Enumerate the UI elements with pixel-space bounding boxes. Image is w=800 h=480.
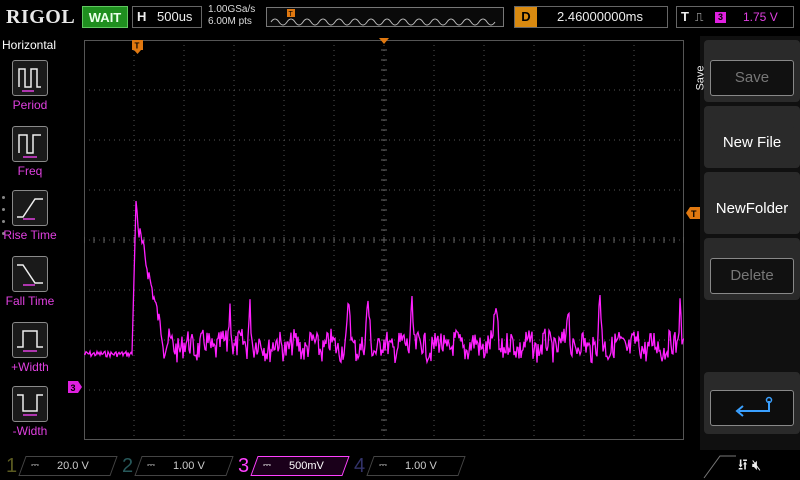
channel2-scale: 1.00 V [173,460,205,472]
new-file-button-label: New File [710,126,794,162]
brand-logo: RIGOL [6,6,76,28]
channel-bar: 1 ⎓ 20.0 V 2 ⎓ 1.00 V 3 ⎓ 500mV 4 ⎓ 1.00 V ⭿… [0,452,800,480]
positive-width-icon [12,322,48,358]
save-menu: Save Save New File NewFolder Delete [695,36,800,450]
measure-rise-time-item[interactable]: Rise Time [0,186,60,248]
trigger-label: T [681,9,689,24]
period-label: Period [12,98,48,112]
fall-time-icon [12,256,48,292]
corner-tab-icon [703,455,736,479]
measure-freq-item[interactable]: Freq [0,122,60,184]
channel4-number: 4 [354,455,366,477]
trigger-level-letter: T [691,209,697,219]
waveform-overview-bar[interactable]: T [266,7,504,27]
frequency-icon [12,126,48,162]
sample-info: 1.00GSa/s 6.00M pts [208,4,255,28]
dc-coupling-icon: ⎓ [147,460,155,471]
channel1-tab[interactable]: 1 ⎓ 20.0 V [2,454,118,478]
channel1-scale: 20.0 V [57,460,89,472]
graticule [84,40,684,440]
channel3-tab[interactable]: 3 ⎓ 500mV [234,454,350,478]
timebase-label: H [137,9,147,24]
dc-coupling-icon: ⎓ [263,460,271,471]
delay-label: D [515,7,537,27]
channel3-offset-marker-icon[interactable]: 3 [68,381,82,393]
top-status-bar: RIGOL WAIT H 500us 1.00GSa/s 6.00M pts T… [0,0,800,36]
delete-button-label: Delete [710,258,794,294]
rise-time-label: Rise Time [3,228,57,242]
return-arrow-icon [710,390,794,426]
waveform-display[interactable] [84,40,684,440]
measure-menu-title: Horizontal [2,38,57,52]
freq-label: Freq [17,164,43,178]
new-folder-button-label: NewFolder [710,192,794,228]
negative-width-icon [12,386,48,422]
channel2-tab[interactable]: 2 ⎓ 1.00 V [118,454,234,478]
trigger-readout[interactable]: T ⎍ 3 1.75 V [676,6,794,28]
measure-pos-width-item[interactable]: +Width [0,318,60,380]
channel1-number: 1 [6,455,18,477]
pos-width-label: +Width [11,360,49,374]
new-file-button[interactable]: New File [704,106,800,168]
channel3-number: 3 [238,455,250,477]
trigger-level: 1.75 V [743,10,778,24]
channel4-tab[interactable]: 4 ⎓ 1.00 V [350,454,466,478]
acquisition-status-badge[interactable]: WAIT [82,6,128,28]
delay-readout[interactable]: D 2.46000000ms [514,6,668,28]
rise-time-icon [12,190,48,226]
delay-value: 2.46000000ms [557,9,644,24]
measure-neg-width-item[interactable]: -Width [0,382,60,444]
measure-menu: Horizontal Period Freq Rise Time Fall Ti… [0,36,60,450]
return-button[interactable] [704,372,800,434]
trigger-marker-letter: T [135,42,140,51]
usb-icon: ⭿ [738,457,748,474]
save-button-label: Save [710,60,794,96]
sound-muted-icon[interactable]: 🔇︎ [752,457,761,474]
trigger-source-badge: 3 [715,12,726,23]
channel3-scale: 500mV [289,460,324,472]
neg-width-label: -Width [12,424,48,438]
rising-edge-icon: ⎍ [695,10,704,24]
center-position-icon [379,38,389,44]
dc-coupling-icon: ⎓ [31,460,39,471]
trigger-position-marker-icon[interactable]: T [132,40,144,54]
status-icons: ⭿ 🔇︎ [738,454,761,478]
measure-fall-time-item[interactable]: Fall Time [0,252,60,314]
period-icon [12,60,48,96]
dc-coupling-icon: ⎓ [379,460,387,471]
channel4-scale-box: ⎓ 1.00 V [366,456,466,476]
channel1-scale-box: ⎓ 20.0 V [18,456,118,476]
delete-button[interactable]: Delete [704,238,800,300]
channel4-scale: 1.00 V [405,460,437,472]
new-folder-button[interactable]: NewFolder [704,172,800,234]
overview-waveform-icon: T [270,9,496,26]
sample-rate: 1.00GSa/s [208,4,256,15]
trigger-level-marker-icon[interactable]: T [686,207,700,219]
overview-trigger-letter: T [289,11,294,18]
timebase-readout[interactable]: H 500us [132,6,202,28]
fall-time-label: Fall Time [5,294,55,308]
memory-depth: 6.00M pts [208,16,252,27]
channel2-scale-box: ⎓ 1.00 V [134,456,234,476]
channel2-number: 2 [122,455,134,477]
channel3-scale-box: ⎓ 500mV [250,456,350,476]
timebase-value: 500us [157,9,193,24]
save-button[interactable]: Save [704,40,800,102]
measure-period-item[interactable]: Period [0,56,60,118]
channel3-marker-letter: 3 [71,383,76,393]
